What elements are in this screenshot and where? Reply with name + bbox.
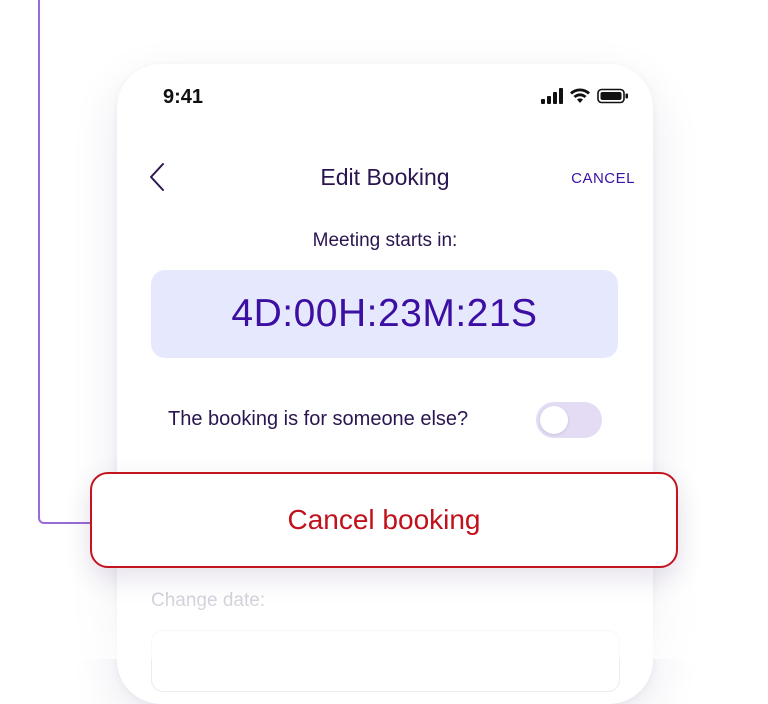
- countdown-timer: 4D:00H:23M:21S: [151, 270, 618, 358]
- signal-icon: [541, 88, 563, 109]
- status-icons: [541, 88, 629, 109]
- connector-line: [38, 0, 92, 524]
- change-date-label: Change date:: [151, 590, 266, 611]
- phone-screen: 9:41 Edit Booking CANCEL Meeting starts …: [117, 64, 653, 704]
- battery-icon: [597, 88, 629, 109]
- status-time: 9:41: [163, 86, 204, 108]
- cancel-nav-button[interactable]: CANCEL: [571, 170, 635, 187]
- cancel-booking-button[interactable]: Cancel booking: [90, 472, 678, 568]
- booking-for-other-toggle[interactable]: [536, 402, 602, 438]
- date-field[interactable]: [151, 630, 620, 692]
- toggle-knob: [540, 406, 568, 434]
- wifi-icon: [569, 88, 591, 109]
- booking-for-other-label: The booking is for someone else?: [168, 408, 469, 430]
- countdown-label: Meeting starts in:: [312, 230, 458, 251]
